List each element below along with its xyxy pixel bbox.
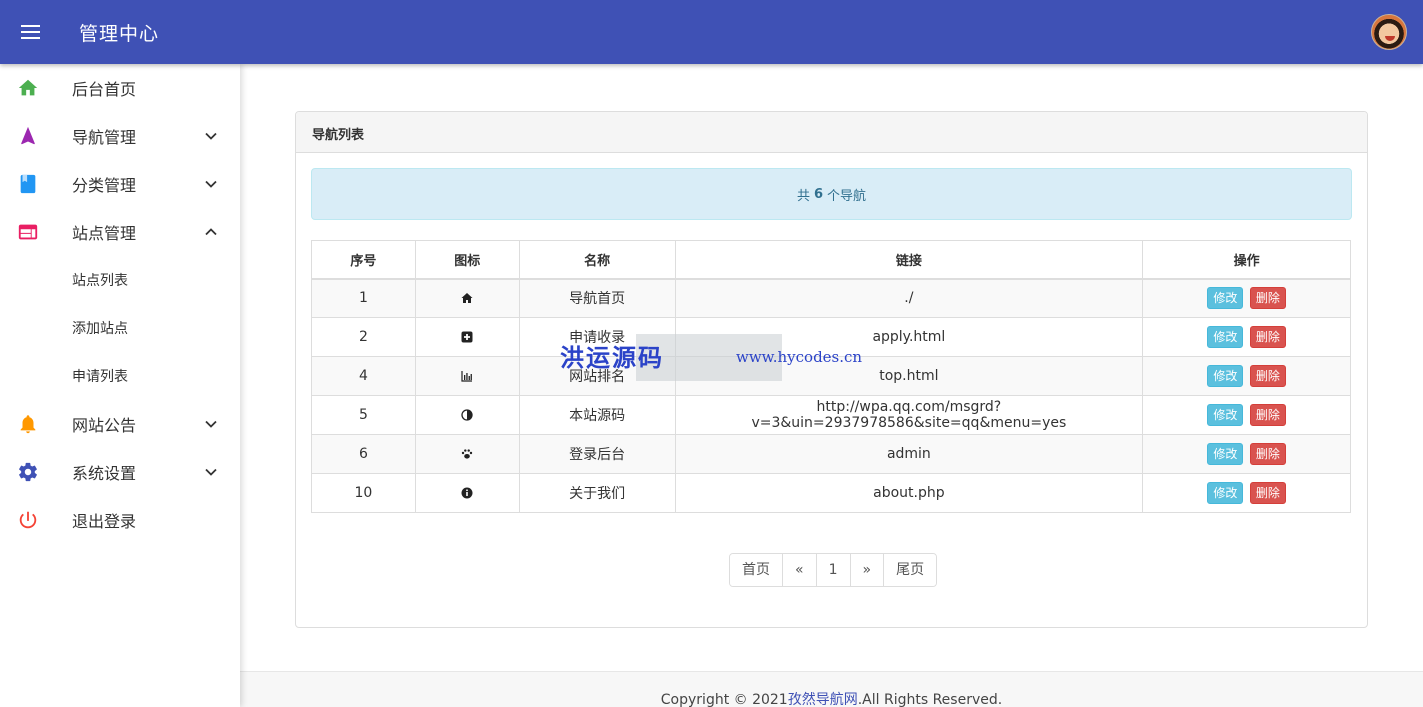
sidebar-item-sites[interactable]: 站点管理 (0, 208, 240, 256)
col-header-icon: 图标 (414, 240, 520, 280)
power-icon (19, 511, 37, 529)
edit-button[interactable]: 修改 (1207, 365, 1244, 387)
delete-button[interactable]: 删除 (1249, 287, 1286, 310)
cell-id: 10 (311, 473, 416, 513)
home-icon (18, 79, 38, 96)
sidebar-item-label: 分类管理 (72, 176, 137, 195)
chevron-down-icon (205, 468, 217, 476)
edit-button[interactable]: 修改 (1207, 326, 1244, 348)
sidebar: 后台首页 导航管理 分类管理 站点管理 站点列表 添加站点 申请列表 网站公告 … (0, 64, 240, 707)
sidebar-item-label: 系统设置 (72, 464, 137, 483)
alert-count: 6 (813, 186, 824, 202)
delete-button[interactable]: 删除 (1249, 482, 1286, 504)
page-next[interactable]: » (849, 554, 884, 586)
app-title: 管理中心 (79, 23, 160, 45)
delete-button[interactable]: 删除 (1249, 326, 1286, 348)
sidebar-item-label: 退出登录 (72, 512, 137, 531)
col-header-id: 序号 (311, 240, 416, 280)
cell-link: ./ (674, 278, 1144, 318)
col-header-link: 链接 (674, 240, 1144, 280)
alert-prefix: 共 (796, 188, 810, 204)
chevron-down-icon (205, 132, 217, 140)
sidebar-item-label: 导航管理 (72, 128, 137, 147)
footer-brand-link[interactable]: 孜然导航网 (788, 692, 858, 707)
page-first[interactable]: 首页 (730, 554, 782, 586)
sidebar-subitem-site-list[interactable]: 站点列表 (0, 256, 240, 304)
edit-button[interactable]: 修改 (1207, 404, 1244, 426)
page-current[interactable]: 1 (815, 554, 850, 586)
sidebar-item-home[interactable]: 后台首页 (0, 64, 240, 112)
edit-button[interactable]: 修改 (1207, 482, 1244, 504)
chevron-up-icon (205, 228, 217, 236)
sidebar-item-logout[interactable]: 退出登录 (0, 496, 240, 544)
sidebar-item-category[interactable]: 分类管理 (0, 160, 240, 208)
footer: Copyright © 2021孜然导航网.All Rights Reserve… (240, 671, 1423, 707)
edit-button[interactable]: 修改 (1207, 287, 1244, 310)
watermark-url: www.hycodes.cn (736, 348, 863, 366)
watermark-text: 洪运源码 (560, 343, 664, 372)
delete-button[interactable]: 删除 (1249, 443, 1286, 465)
cell-id: 5 (311, 395, 416, 435)
gear-icon (19, 462, 37, 482)
delete-button[interactable]: 删除 (1249, 365, 1286, 387)
cell-name: 导航首页 (518, 278, 676, 318)
navigation-icon (21, 126, 35, 145)
main-content: 导航列表 共 6 个导航 序号 图标 名称 链接 操作 1 导航首页 ./ 修改… (240, 64, 1423, 671)
info-circle-icon (461, 487, 473, 499)
bell-icon (20, 415, 36, 434)
cell-name: 登录后台 (518, 434, 676, 474)
delete-button[interactable]: 删除 (1249, 404, 1286, 426)
sidebar-item-label: 后台首页 (72, 80, 137, 99)
sidebar-item-label: 网站公告 (72, 416, 137, 435)
page-last[interactable]: 尾页 (883, 554, 937, 586)
sidebar-item-settings[interactable]: 系统设置 (0, 448, 240, 496)
sidebar-item-navigation[interactable]: 导航管理 (0, 112, 240, 160)
sidebar-item-label: 站点管理 (72, 224, 137, 243)
edit-button[interactable]: 修改 (1207, 443, 1244, 465)
panel-title: 导航列表 (296, 112, 1367, 153)
alert-suffix: 个导航 (827, 188, 867, 204)
col-header-actions: 操作 (1142, 240, 1351, 280)
cell-name: 关于我们 (518, 473, 676, 513)
pagination: 首页 « 1 » 尾页 (729, 553, 938, 587)
cell-link: about.php (674, 473, 1144, 513)
cell-id: 1 (311, 278, 416, 318)
chevron-down-icon (205, 420, 217, 428)
adjust-icon (461, 409, 473, 421)
cell-name: 本站源码 (518, 395, 676, 435)
page-prev[interactable]: « (782, 554, 816, 586)
menu-icon[interactable] (18, 20, 46, 44)
nav-count-alert: 共 6 个导航 (311, 168, 1352, 220)
table-row: 6 登录后台 admin 修改 删除 (311, 434, 1351, 474)
book-icon (20, 174, 36, 194)
sidebar-subitem-apply-list[interactable]: 申请列表 (0, 352, 240, 400)
table-row: 10 关于我们 about.php 修改 删除 (311, 473, 1351, 513)
sidebar-item-announcement[interactable]: 网站公告 (0, 400, 240, 448)
sidebar-subitem-add-site[interactable]: 添加站点 (0, 304, 240, 352)
footer-prefix: Copyright © 2021 (660, 692, 788, 707)
chevron-down-icon (205, 180, 217, 188)
bar-chart-icon (461, 371, 473, 382)
home-icon (461, 293, 473, 304)
top-app-bar: 管理中心 (0, 0, 1423, 64)
cell-id: 6 (311, 434, 416, 474)
plus-square-icon (461, 331, 473, 343)
cell-link: http://wpa.qq.com/msgrd?v=3&uin=29379785… (674, 395, 1144, 435)
cell-link: admin (674, 434, 1144, 474)
web-icon (18, 224, 38, 240)
col-header-name: 名称 (518, 240, 676, 280)
cell-id: 2 (311, 317, 416, 357)
nav-table: 序号 图标 名称 链接 操作 1 导航首页 ./ 修改 删除 2 申请收录 ap… (311, 240, 1351, 513)
cell-id: 4 (311, 356, 416, 396)
avatar[interactable] (1371, 14, 1407, 50)
table-row: 5 本站源码 http://wpa.qq.com/msgrd?v=3&uin=2… (311, 395, 1351, 435)
nav-list-panel: 导航列表 共 6 个导航 序号 图标 名称 链接 操作 1 导航首页 ./ 修改… (295, 111, 1368, 628)
paw-icon (462, 449, 473, 459)
footer-suffix: .All Rights Reserved. (857, 692, 1003, 707)
table-row: 1 导航首页 ./ 修改 删除 (311, 278, 1351, 318)
